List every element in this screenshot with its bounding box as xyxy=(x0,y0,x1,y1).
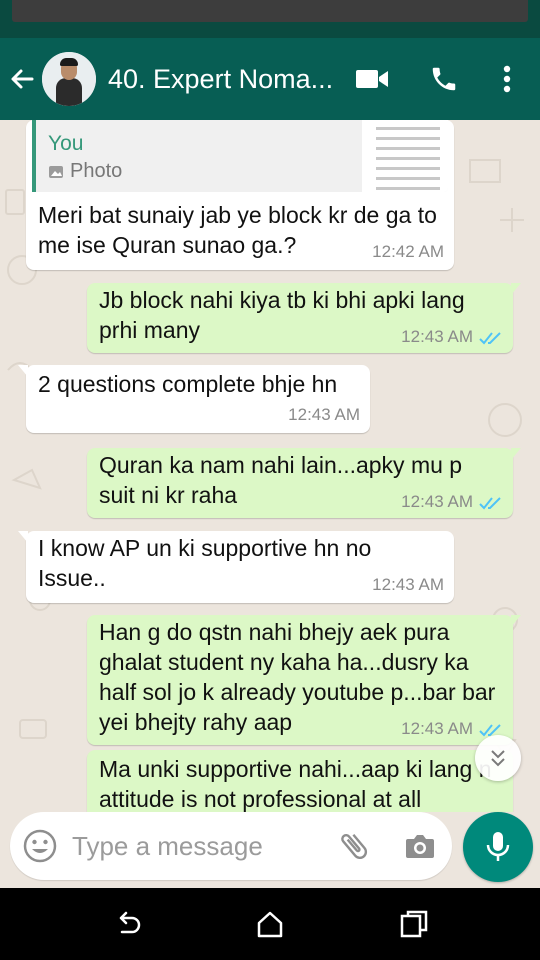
emoji-icon[interactable] xyxy=(22,828,58,869)
nav-recents-icon[interactable] xyxy=(398,908,430,940)
attach-icon[interactable] xyxy=(336,828,372,869)
message-bubble-incoming[interactable]: I know AP un ki supportive hn no Issue..… xyxy=(18,531,454,603)
system-nav-bar xyxy=(0,888,540,960)
quote-type: Photo xyxy=(70,160,123,182)
message-time: 12:43 AM xyxy=(401,719,473,738)
message-time: 12:43 AM xyxy=(288,405,360,424)
double-chevron-down-icon xyxy=(491,750,505,767)
message-input-box[interactable] xyxy=(10,812,452,880)
message-bubble-incoming[interactable]: You Photo Meri bat sunaiy jab ye block k… xyxy=(26,120,454,270)
message-text: I know AP un ki supportive hn no Issue.. xyxy=(38,535,372,591)
read-ticks-icon xyxy=(479,496,501,510)
mic-button[interactable] xyxy=(463,812,533,882)
more-options-icon[interactable] xyxy=(490,38,524,120)
message-text: Ma unki supportive nahi...aap ki lang n … xyxy=(99,756,492,812)
message-bubble-incoming[interactable]: 2 questions complete bhje hn 12:43 AM xyxy=(18,365,370,433)
message-input[interactable] xyxy=(72,824,322,868)
message-bubble-outgoing[interactable]: Han g do qstn nahi bhejy aek pura ghalat… xyxy=(87,615,521,745)
phone-icon[interactable] xyxy=(424,38,464,120)
nav-back-icon[interactable] xyxy=(112,908,144,940)
avatar[interactable] xyxy=(42,52,96,106)
scroll-to-bottom-button[interactable] xyxy=(475,735,521,781)
chat-area[interactable]: You Photo Meri bat sunaiy jab ye block k… xyxy=(0,120,540,812)
message-time: 12:42 AM xyxy=(372,242,444,261)
contact-name[interactable]: 40. Expert Noma... xyxy=(108,64,334,95)
message-text: 2 questions complete bhje hn xyxy=(38,371,338,397)
message-bubble-outgoing[interactable]: Jb block nahi kiya tb ki bhi apki lang p… xyxy=(87,283,521,353)
composer-bar xyxy=(0,812,540,888)
camera-icon[interactable] xyxy=(402,828,438,869)
quoted-message[interactable]: You Photo xyxy=(32,120,448,192)
message-bubble-outgoing[interactable]: Quran ka nam nahi lain...apky mu p suit … xyxy=(87,448,521,518)
nav-home-icon[interactable] xyxy=(254,908,286,940)
video-call-icon[interactable] xyxy=(350,38,394,120)
mic-icon xyxy=(486,832,510,861)
message-time: 12:43 AM xyxy=(401,492,473,511)
back-arrow-icon[interactable] xyxy=(0,38,44,120)
photo-icon xyxy=(49,165,63,178)
message-time: 12:43 AM xyxy=(401,327,473,346)
read-ticks-icon xyxy=(479,331,501,345)
quote-photo-thumbnail xyxy=(362,120,448,192)
message-bubble-outgoing[interactable]: Ma unki supportive nahi...aap ki lang n … xyxy=(87,750,513,812)
message-time: 12:43 AM xyxy=(372,575,444,594)
status-bar xyxy=(0,0,540,38)
quote-author: You xyxy=(48,132,84,155)
